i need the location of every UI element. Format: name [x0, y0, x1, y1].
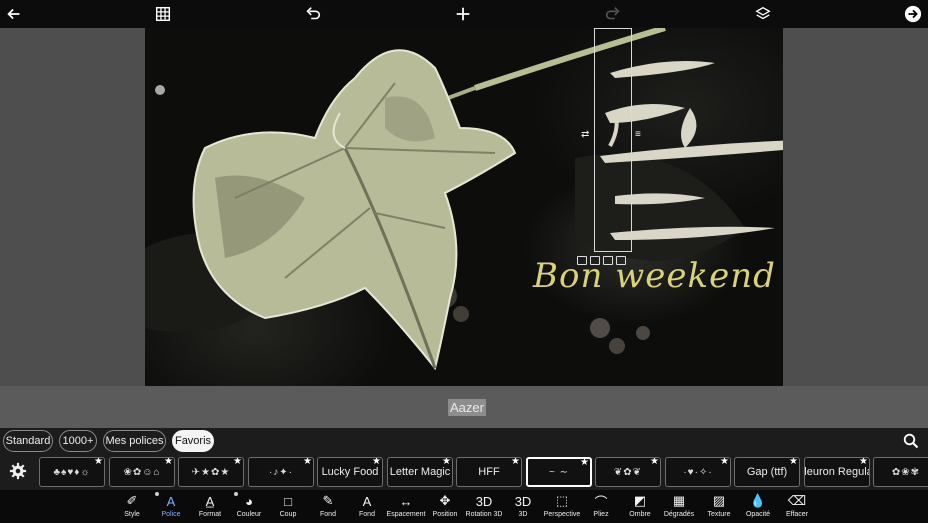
favorite-star-icon[interactable]: ★ — [94, 458, 103, 467]
font-card-preview: Fleuron Regular — [804, 466, 869, 478]
font-card-preview: ~ ∼ — [549, 466, 569, 478]
favorite-star-icon[interactable]: ★ — [511, 458, 520, 467]
favorite-star-icon[interactable]: ★ — [650, 458, 659, 467]
font-card[interactable]: Gap (ttf) ★ — [734, 457, 800, 487]
add-icon[interactable] — [452, 3, 474, 25]
font-card-preview: Letter Magic — [389, 466, 451, 478]
font-card[interactable]: HFF ★ — [456, 457, 522, 487]
tab-1000plus[interactable]: 1000+ — [59, 430, 97, 452]
font-card-preview: Lucky Food — [321, 466, 379, 478]
photo-canvas[interactable]: ⇄ ≡ Bon weekend ! — [145, 28, 783, 386]
headline-text[interactable]: Bon weekend ! — [533, 256, 783, 296]
leaf-photo — [145, 28, 783, 371]
favorite-star-icon[interactable]: ★ — [442, 458, 451, 467]
layers-icon[interactable] — [752, 3, 774, 25]
font-card-preview: ❀✿☺⌂ — [123, 466, 161, 478]
font-card[interactable]: ~ ∼ ★ — [526, 457, 592, 487]
wrap-handle-icon[interactable]: ≡ — [635, 129, 641, 140]
undo-icon[interactable] — [302, 3, 324, 25]
font-card[interactable]: ✿❀✾ — [873, 457, 928, 487]
favorite-star-icon[interactable]: ★ — [859, 458, 868, 467]
tool-label: Effacer — [785, 511, 809, 518]
tab-standard[interactable]: Standard — [3, 430, 53, 452]
text-selection-box[interactable]: ⇄ ≡ — [581, 28, 641, 252]
eraser-icon: ⌫ — [787, 493, 807, 508]
font-card[interactable]: ❀✿☺⌂ ★ — [109, 457, 175, 487]
tool-eraser[interactable]: ⌫ Effacer — [774, 490, 820, 523]
font-card[interactable]: ❦✿❦ ★ — [595, 457, 661, 487]
workspace: ⇄ ≡ Bon weekend ! — [0, 28, 928, 386]
tab-mes-polices[interactable]: Mes polices — [103, 430, 166, 452]
font-carousel: ♣♠♥♦☼ ★ ❀✿☺⌂ ★ ✈★✿★ ★ ·♪✦· ★ Lucky Food ★ Letter M… — [39, 457, 928, 487]
app-window: ⇄ ≡ Bon weekend ! Aazer Standard 1000+ M… — [0, 0, 928, 523]
text-input-field[interactable]: Aazer — [448, 399, 486, 416]
font-card[interactable]: Fleuron Regular★ — [804, 457, 870, 487]
gear-icon[interactable] — [9, 462, 27, 480]
favorite-star-icon[interactable]: ★ — [580, 459, 589, 468]
top-toolbar — [0, 0, 928, 28]
font-card-preview: ♣♠♥♦☼ — [53, 466, 91, 478]
grid-icon[interactable] — [152, 3, 174, 25]
font-card[interactable]: ♣♠♥♦☼ ★ — [39, 457, 105, 487]
font-card[interactable]: ·♪✦· ★ — [248, 457, 314, 487]
text-input-bar: Aazer — [0, 386, 928, 428]
favorite-star-icon[interactable]: ★ — [372, 458, 381, 467]
font-card-preview: ·♥·✧· — [683, 466, 713, 478]
next-arrow-icon[interactable] — [902, 3, 924, 25]
font-card-preview: Gap (ttf) — [746, 466, 788, 478]
font-card-preview: ✈★✿★ — [191, 466, 231, 478]
font-card-preview: ❦✿❦ — [613, 466, 643, 478]
search-icon[interactable] — [903, 433, 919, 449]
font-card-preview: HFF — [478, 466, 500, 478]
favorite-star-icon[interactable]: ★ — [720, 458, 729, 467]
font-card-preview: ·♪✦· — [268, 466, 294, 478]
text-tools-bar: ✐ Style A Police A̲ Format ◕ Couleur □ Coup ✎ Fond A… — [0, 490, 928, 523]
font-card[interactable]: Lucky Food ★ — [317, 457, 383, 487]
font-panel: Standard 1000+ Mes polices Favoris ♣♠♥♦☼… — [0, 428, 928, 490]
back-arrow-icon[interactable] — [3, 3, 25, 25]
font-card[interactable]: ✈★✿★ ★ — [178, 457, 244, 487]
rotate-left-handle-icon[interactable]: ⇄ — [581, 129, 589, 140]
font-card[interactable]: Letter Magic ★ — [387, 457, 453, 487]
favorite-star-icon[interactable]: ★ — [303, 458, 312, 467]
redo-icon[interactable] — [602, 3, 624, 25]
favorite-star-icon[interactable]: ★ — [789, 458, 798, 467]
font-card[interactable]: ·♥·✧· ★ — [665, 457, 731, 487]
favorite-star-icon[interactable]: ★ — [164, 458, 173, 467]
font-card-preview: ✿❀✾ — [891, 466, 921, 478]
favorite-star-icon[interactable]: ★ — [233, 458, 242, 467]
tab-favoris[interactable]: Favoris — [172, 430, 214, 452]
